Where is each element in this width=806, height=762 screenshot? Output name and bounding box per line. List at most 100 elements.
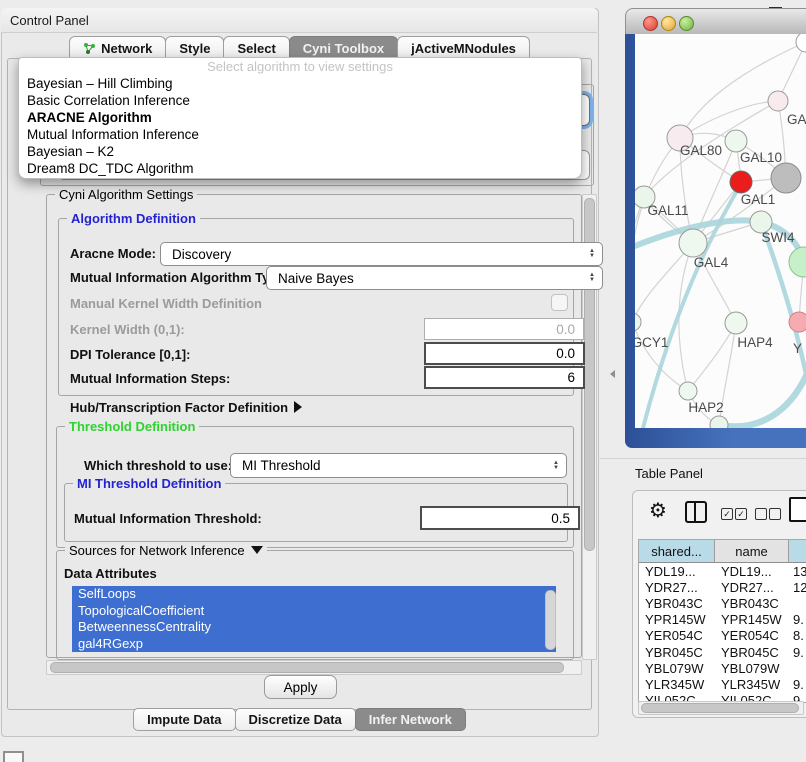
checked-checkbox-icon[interactable]: ✓ bbox=[735, 508, 747, 520]
expanded-arrow-icon bbox=[251, 546, 263, 554]
tab-discretize-data[interactable]: Discretize Data bbox=[235, 708, 356, 731]
gear-icon[interactable]: ⚙ bbox=[649, 498, 667, 523]
algorithm-option[interactable]: Basic Correlation Inference bbox=[19, 92, 581, 109]
table-row[interactable]: YBL079WYBL079W bbox=[639, 660, 806, 676]
unchecked-checkbox-icon[interactable] bbox=[755, 508, 767, 520]
network-node-gal1[interactable] bbox=[730, 171, 752, 193]
group-title: Sources for Network Inference bbox=[65, 543, 267, 558]
sources-title: Sources for Network Inference bbox=[69, 543, 245, 558]
algorithm-option[interactable]: Bayesian – Hill Climbing bbox=[19, 75, 581, 92]
combo-value: MI Threshold bbox=[242, 458, 321, 473]
hub-definition-toggle[interactable]: Hub/Transcription Factor Definition bbox=[70, 400, 302, 415]
field-value: 0.0 bbox=[556, 346, 575, 361]
unchecked-checkbox-icon[interactable] bbox=[769, 508, 781, 520]
tab-label: Network bbox=[101, 41, 152, 56]
table-row[interactable]: YBR045CYBR045C9. bbox=[639, 644, 806, 660]
network-node-hap2[interactable] bbox=[679, 382, 697, 400]
tab-impute-data[interactable]: Impute Data bbox=[133, 708, 235, 731]
columns-icon[interactable] bbox=[685, 501, 707, 523]
aracne-mode-combobox[interactable]: Discovery ▲▼ bbox=[160, 242, 603, 266]
network-node-gal4[interactable] bbox=[679, 229, 707, 257]
table-row[interactable]: YDL19...YDL19...13 bbox=[639, 563, 806, 579]
tab-label: Style bbox=[179, 41, 210, 56]
network-node-hap4[interactable] bbox=[725, 312, 747, 334]
manual-kernel-checkbox[interactable] bbox=[551, 294, 568, 311]
checked-checkbox-icon[interactable]: ✓ bbox=[721, 508, 733, 520]
mi-type-combobox[interactable]: Naive Bayes ▲▼ bbox=[266, 266, 603, 290]
scrollbar-thumb[interactable] bbox=[641, 703, 799, 713]
table-row[interactable]: YER054CYER054C8. bbox=[639, 628, 806, 644]
mi-threshold-field[interactable]: 0.5 bbox=[420, 506, 580, 530]
table-row[interactable]: YDR27...YDR27...12 bbox=[639, 579, 806, 595]
tab-infer-network[interactable]: Infer Network bbox=[355, 708, 466, 731]
table-cell: YBR045C bbox=[715, 645, 789, 660]
node-label: HAP2 bbox=[688, 400, 723, 415]
combo-value: Naive Bayes bbox=[278, 271, 354, 286]
splitter-collapse-handle[interactable] bbox=[610, 370, 615, 378]
network-edge bbox=[679, 243, 693, 391]
group-title: MI Threshold Definition bbox=[73, 476, 225, 491]
data-attribute-item[interactable]: BetweennessCentrality bbox=[72, 619, 556, 636]
algorithm-option[interactable]: Bayesian – K2 bbox=[19, 143, 581, 160]
table-cell: YLR345W bbox=[639, 677, 715, 692]
table-cell: YER054C bbox=[715, 628, 789, 643]
network-node-gcy1[interactable] bbox=[635, 313, 641, 331]
tab-jactivemnodules[interactable]: jActiveMNodules bbox=[397, 36, 530, 59]
table-horizontal-scrollbar[interactable] bbox=[638, 701, 804, 715]
which-threshold-combobox[interactable]: MI Threshold ▲▼ bbox=[230, 453, 567, 478]
data-attribute-item[interactable]: TopologicalCoefficient bbox=[72, 603, 556, 620]
tab-style[interactable]: Style bbox=[165, 36, 224, 59]
tab-network[interactable]: Network bbox=[69, 36, 166, 59]
kernel-width-field[interactable]: 0.0 bbox=[424, 318, 584, 340]
document-icon[interactable] bbox=[789, 497, 806, 522]
node-label: GAL4 bbox=[694, 255, 729, 270]
column-header[interactable]: name bbox=[715, 540, 789, 562]
network-node-gal10[interactable] bbox=[725, 130, 747, 152]
dpi-tolerance-field[interactable]: 0.0 bbox=[424, 342, 585, 365]
table-panel: ⚙ ✓ ✓ shared...name YDL19...YDL19...13YD… bbox=[632, 490, 806, 718]
data-attribute-item[interactable]: gal4RGexp bbox=[72, 636, 556, 653]
table-cell: YBR045C bbox=[639, 645, 715, 660]
network-node-gray-node[interactable] bbox=[771, 163, 801, 193]
algorithm-option[interactable]: Dream8 DC_TDC Algorithm bbox=[19, 160, 581, 177]
data-attribute-item[interactable]: SelfLoops bbox=[72, 586, 556, 603]
column-header[interactable] bbox=[789, 540, 806, 562]
tab-select[interactable]: Select bbox=[223, 36, 289, 59]
tab-label: Select bbox=[237, 41, 275, 56]
mi-steps-field[interactable]: 6 bbox=[424, 366, 585, 389]
network-graph: GALGAL80GAL10GAL1GAL11SWI4GAL4GCY1HAP4YH… bbox=[635, 34, 806, 428]
table-row[interactable]: YPR145WYPR145W9. bbox=[639, 612, 806, 628]
tab-cyni-toolbox[interactable]: Cyni Toolbox bbox=[289, 36, 398, 59]
table-row[interactable]: YLR345WYLR345W9. bbox=[639, 676, 806, 692]
data-attributes-list[interactable]: SelfLoopsTopologicalCoefficientBetweenne… bbox=[72, 586, 556, 652]
table-cell: YLR345W bbox=[715, 677, 789, 692]
network-node-bottom-partial[interactable] bbox=[710, 416, 728, 428]
algorithm-option[interactable]: Mutual Information Inference bbox=[19, 126, 581, 143]
scrollbar-thumb[interactable] bbox=[50, 662, 564, 673]
apply-button[interactable]: Apply bbox=[264, 675, 337, 699]
network-view-canvas[interactable]: GALGAL80GAL10GAL1GAL11SWI4GAL4GCY1HAP4YH… bbox=[635, 34, 806, 428]
network-window-titlebar[interactable] bbox=[625, 8, 806, 36]
network-node-pink-right[interactable] bbox=[789, 312, 806, 332]
zoom-traffic-light[interactable] bbox=[679, 16, 694, 31]
settings-horizontal-scrollbar[interactable] bbox=[46, 660, 582, 675]
network-node-top-partial[interactable] bbox=[796, 34, 806, 52]
aracne-mode-label: Aracne Mode: bbox=[70, 246, 156, 261]
minimize-traffic-light[interactable] bbox=[661, 16, 676, 31]
table-row[interactable]: YBR043CYBR043C bbox=[639, 595, 806, 611]
combo-arrows-icon: ▲▼ bbox=[553, 461, 559, 471]
node-label: GAL1 bbox=[741, 192, 776, 207]
network-node-gal-top[interactable] bbox=[768, 91, 788, 111]
table-cell: 9. bbox=[789, 612, 806, 627]
network-node-green-big[interactable] bbox=[789, 247, 806, 277]
column-header[interactable]: shared... bbox=[639, 540, 715, 562]
mi-threshold-label: Mutual Information Threshold: bbox=[74, 511, 262, 526]
collapsed-panel-icon[interactable] bbox=[3, 751, 24, 762]
dpi-tolerance-label: DPI Tolerance [0,1]: bbox=[70, 347, 190, 362]
algorithm-option[interactable]: ARACNE Algorithm bbox=[19, 109, 581, 126]
node-label: Y bbox=[793, 341, 802, 356]
close-traffic-light[interactable] bbox=[643, 16, 658, 31]
table-cell: YBL079W bbox=[715, 661, 789, 676]
which-threshold-label: Which threshold to use: bbox=[84, 458, 232, 473]
list-scrollbar[interactable] bbox=[545, 590, 556, 650]
